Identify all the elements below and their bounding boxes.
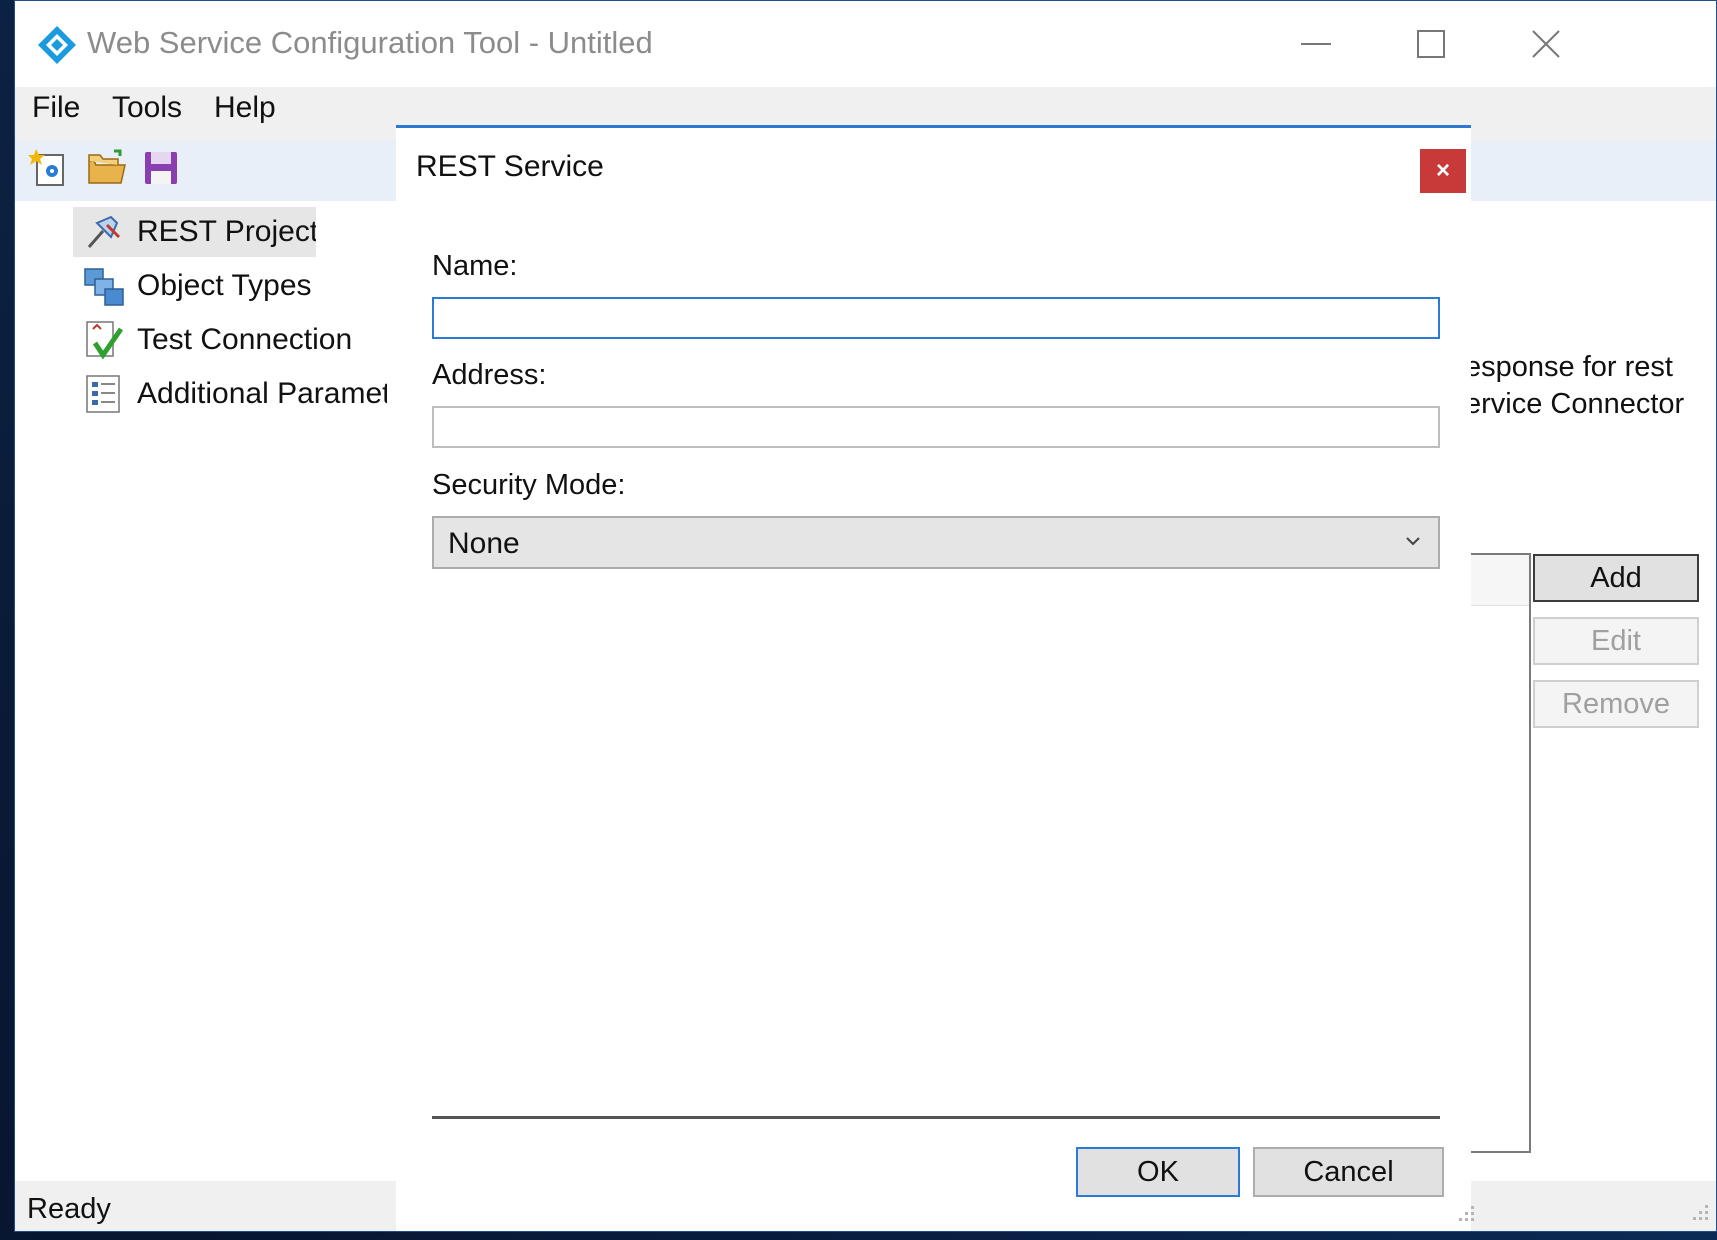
remove-button[interactable]: Remove [1533, 680, 1699, 728]
menu-help[interactable]: Help [214, 91, 276, 125]
close-icon: × [1435, 157, 1450, 184]
dialog-close-button[interactable]: × [1420, 149, 1466, 193]
tree-item-object-types[interactable]: Object Types [73, 261, 373, 311]
security-mode-label: Security Mode: [432, 469, 626, 501]
ok-button[interactable]: OK [1076, 1147, 1240, 1197]
minimize-button[interactable] [1258, 1, 1373, 87]
app-diamond-icon [38, 26, 76, 64]
description-text-line-2: ervice Connector [1465, 388, 1685, 420]
open-folder-icon[interactable] [86, 147, 128, 189]
tree-item-label: REST Project [137, 215, 316, 248]
name-input[interactable] [432, 297, 1440, 339]
address-input[interactable] [432, 406, 1440, 448]
window-title: Web Service Configuration Tool - Untitle… [87, 25, 653, 60]
service-list[interactable] [1465, 553, 1531, 1153]
tree-item-label: Test Connection [137, 323, 353, 356]
dialog-separator [432, 1116, 1440, 1119]
status-text: Ready [27, 1193, 111, 1225]
service-list-header [1465, 555, 1529, 606]
add-button[interactable]: Add [1533, 554, 1699, 602]
rest-project-icon [87, 215, 121, 248]
test-connection-icon [86, 321, 124, 360]
tree-item-additional-parameters[interactable]: Additional Paramet [73, 369, 387, 419]
close-icon [1531, 30, 1560, 58]
address-label: Address: [432, 359, 547, 391]
dialog-title: REST Service [416, 150, 604, 183]
minimize-icon [1300, 43, 1331, 45]
tree-item-rest-project[interactable]: REST Project [73, 207, 316, 257]
rest-service-dialog: REST Service × Name: Address: Security M… [396, 125, 1474, 1231]
tree-item-test-connection[interactable]: Test Connection [73, 315, 387, 365]
security-mode-select[interactable]: None [432, 516, 1440, 569]
name-label: Name: [432, 250, 518, 282]
main-window: Web Service Configuration Tool - Untitle… [14, 0, 1717, 1232]
tree-item-label: Additional Paramet [137, 377, 387, 410]
edit-button[interactable]: Edit [1533, 617, 1699, 665]
description-text-line-1: esponse for rest [1465, 351, 1673, 383]
menu-file[interactable]: File [32, 91, 80, 125]
close-window-button[interactable] [1488, 1, 1603, 87]
menu-tools[interactable]: Tools [112, 91, 182, 125]
chevron-down-icon [1406, 537, 1420, 546]
title-bar[interactable]: Web Service Configuration Tool - Untitle… [15, 1, 1716, 87]
additional-parameters-icon [86, 375, 120, 413]
new-project-icon[interactable] [28, 147, 70, 189]
dialog-resize-grip-icon[interactable] [1451, 1202, 1477, 1228]
security-mode-value: None [448, 527, 520, 560]
object-types-icon [84, 268, 124, 306]
maximize-button[interactable] [1373, 1, 1488, 87]
cancel-button[interactable]: Cancel [1253, 1147, 1444, 1197]
tree-item-label: Object Types [137, 269, 312, 302]
window-resize-grip-icon[interactable] [1685, 1201, 1711, 1227]
maximize-icon [1416, 30, 1445, 58]
save-disk-icon[interactable] [140, 147, 182, 189]
